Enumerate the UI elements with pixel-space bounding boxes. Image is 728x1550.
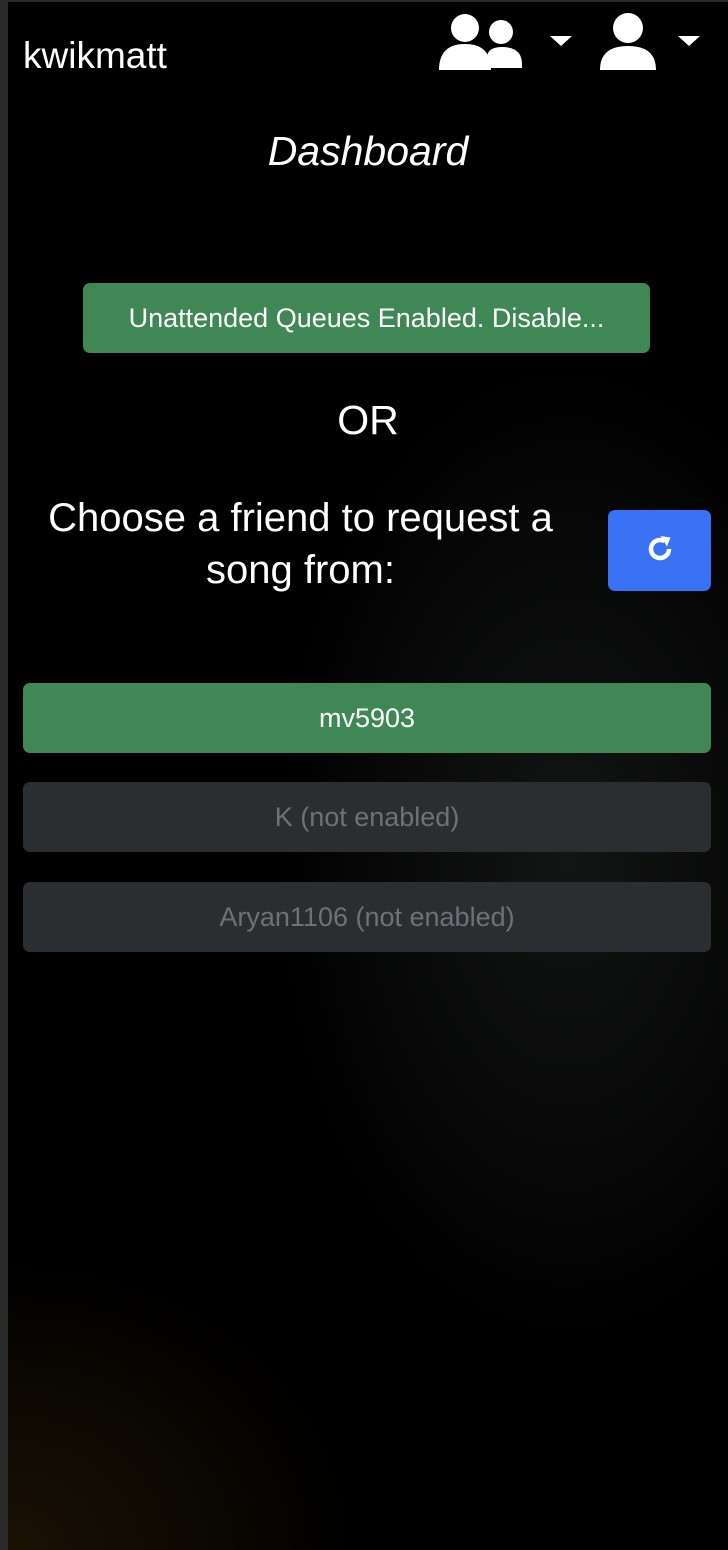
friend-button-mv5903[interactable]: mv5903 <box>23 683 711 753</box>
refresh-button[interactable] <box>608 510 711 591</box>
users-icon <box>438 12 530 77</box>
friend-prompt: Choose a friend to request a song from: <box>48 496 553 592</box>
app-frame: kwikmatt Dashboard Unattended Queues Ena… <box>0 0 728 1550</box>
user-icon <box>598 12 658 77</box>
navbar-brand[interactable]: kwikmatt <box>23 34 167 78</box>
account-dropdown[interactable] <box>598 12 700 76</box>
friends-dropdown[interactable] <box>438 12 572 76</box>
chevron-down-icon <box>678 36 700 46</box>
refresh-icon <box>645 534 675 567</box>
chevron-down-icon <box>550 36 572 46</box>
friend-button-aryan1106: Aryan1106 (not enabled) <box>23 882 711 952</box>
friend-button-k: K (not enabled) <box>23 782 711 852</box>
page-title: Dashboard <box>267 128 469 174</box>
disable-unattended-queues-button[interactable]: Unattended Queues Enabled. Disable... <box>83 283 650 353</box>
or-label: OR <box>337 397 399 443</box>
